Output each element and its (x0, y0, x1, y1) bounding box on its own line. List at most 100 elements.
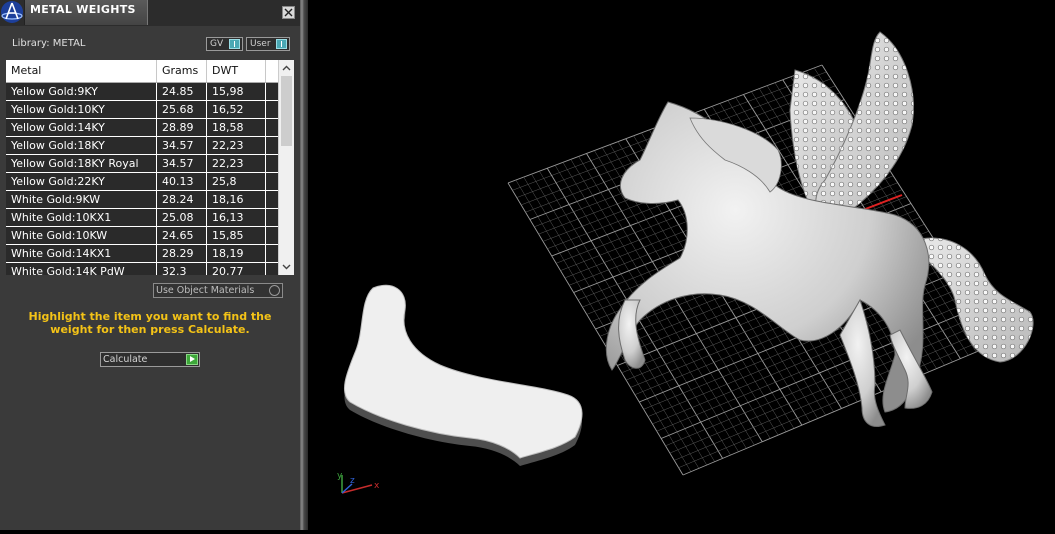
table-row[interactable]: White Gold:14K PdW 32.3 20,77 (6, 263, 278, 275)
axis-y-label: y (337, 471, 343, 481)
grams-cell: 34.57 (157, 137, 207, 154)
app-logo-icon (0, 0, 24, 24)
grams-cell: 25.08 (157, 209, 207, 226)
metal-cell: White Gold:10KX1 (6, 209, 157, 226)
metal-cell: Yellow Gold:14KY (6, 119, 157, 136)
empty-cell (266, 173, 278, 190)
toggle-indicator-icon (229, 39, 240, 49)
table-row[interactable]: Yellow Gold:18KY Royal 34.57 22,23 (6, 155, 278, 173)
play-arrow-icon (186, 354, 198, 365)
use-object-materials-label: Use Object Materials (156, 285, 255, 296)
empty-cell (266, 137, 278, 154)
metal-cell: White Gold:14K PdW (6, 263, 157, 275)
column-header-dwt[interactable]: DWT (207, 60, 266, 82)
metal-cell: Yellow Gold:22KY (6, 173, 157, 190)
pegasus-model[interactable] (605, 31, 1034, 427)
grid-line (669, 320, 987, 454)
base-plate-object[interactable] (344, 284, 583, 466)
grams-cell: 34.57 (157, 155, 207, 172)
panel-splitter[interactable] (300, 0, 308, 530)
grams-cell: 28.89 (157, 119, 207, 136)
empty-cell (266, 155, 278, 172)
empty-cell (266, 209, 278, 226)
gv-toggle-label: GV (210, 39, 224, 49)
metal-cell: Yellow Gold:18KY (6, 137, 157, 154)
empty-cell (266, 83, 278, 100)
dwt-cell: 15,85 (207, 227, 266, 244)
table-row[interactable]: Yellow Gold:9KY 24.85 15,98 (6, 83, 278, 101)
dwt-cell: 22,23 (207, 137, 266, 154)
axis-z-label: z (350, 476, 355, 486)
dwt-cell: 18,19 (207, 245, 266, 262)
column-header-grams[interactable]: Grams (157, 60, 207, 82)
grams-cell: 28.24 (157, 191, 207, 208)
table-row[interactable]: Yellow Gold:18KY 34.57 22,23 (6, 137, 278, 155)
table-row[interactable]: Yellow Gold:22KY 40.13 25,8 (6, 173, 278, 191)
library-label: Library: METAL (12, 38, 86, 49)
dwt-cell: 18,58 (207, 119, 266, 136)
metal-cell: White Gold:9KW (6, 191, 157, 208)
metal-cell: Yellow Gold:9KY (6, 83, 157, 100)
grams-cell: 32.3 (157, 263, 207, 275)
axis-triad: y x z (337, 471, 380, 494)
dwt-cell: 22,23 (207, 155, 266, 172)
table-row[interactable]: White Gold:14KX1 28.29 18,19 (6, 245, 278, 263)
empty-cell (266, 191, 278, 208)
grams-cell: 24.85 (157, 83, 207, 100)
empty-cell (266, 263, 278, 275)
panel-title: METAL WEIGHTS (30, 3, 136, 16)
empty-cell (266, 245, 278, 262)
empty-cell (266, 119, 278, 136)
axis-x-label: x (374, 481, 380, 491)
dwt-cell: 15,98 (207, 83, 266, 100)
dwt-cell: 20,77 (207, 263, 266, 275)
viewport-scene: y x z (337, 31, 1034, 494)
user-toggle[interactable]: User (246, 37, 290, 51)
gv-toggle[interactable]: GV (206, 37, 243, 51)
dwt-cell: 16,52 (207, 101, 266, 118)
dwt-cell: 16,13 (207, 209, 266, 226)
close-icon (284, 8, 293, 17)
use-object-materials-option[interactable]: Use Object Materials (153, 283, 283, 298)
metal-cell: Yellow Gold:18KY Royal (6, 155, 157, 172)
grid-line (674, 327, 992, 461)
table-row[interactable]: White Gold:10KW 24.65 15,85 (6, 227, 278, 245)
table-body: Yellow Gold:9KY 24.85 15,98 Yellow Gold:10K… (6, 83, 278, 275)
panel-title-bar: METAL WEIGHTS (0, 0, 300, 26)
calculate-button[interactable]: Calculate (100, 352, 200, 367)
table-scrollbar[interactable] (278, 60, 294, 275)
column-header-metal[interactable]: Metal (6, 60, 157, 82)
calculate-button-label: Calculate (103, 354, 148, 365)
empty-cell (266, 227, 278, 244)
grid-line (682, 341, 1001, 476)
table-row[interactable]: Yellow Gold:14KY 28.89 18,58 (6, 119, 278, 137)
scroll-up-button[interactable] (279, 61, 294, 75)
grams-cell: 24.65 (157, 227, 207, 244)
radio-icon[interactable] (269, 285, 280, 296)
table-header: Metal Grams DWT (6, 60, 278, 83)
grams-cell: 28.29 (157, 245, 207, 262)
dwt-cell: 18,16 (207, 191, 266, 208)
grams-cell: 40.13 (157, 173, 207, 190)
grid-line (678, 334, 996, 468)
table-row[interactable]: White Gold:9KW 28.24 18,16 (6, 191, 278, 209)
instruction-text: Highlight the item you want to find the … (28, 310, 272, 336)
scroll-down-button[interactable] (279, 260, 294, 274)
chevron-up-icon (282, 65, 291, 71)
user-toggle-label: User (250, 39, 271, 49)
metal-table: Metal Grams DWT Yellow Gold:9KY 24.85 15,9… (6, 60, 294, 275)
dwt-cell: 25,8 (207, 173, 266, 190)
toggle-indicator-icon (276, 39, 287, 49)
empty-cell (266, 101, 278, 118)
scroll-thumb[interactable] (281, 76, 292, 146)
metal-cell: Yellow Gold:10KY (6, 101, 157, 118)
table-row[interactable]: Yellow Gold:10KY 25.68 16,52 (6, 101, 278, 119)
metal-cell: White Gold:10KW (6, 227, 157, 244)
table-row[interactable]: White Gold:10KX1 25.08 16,13 (6, 209, 278, 227)
3d-viewport[interactable]: y x z (308, 0, 1055, 530)
metal-weights-panel: METAL WEIGHTS Library: METAL GV User Met… (0, 0, 300, 530)
close-button[interactable] (282, 6, 295, 19)
metal-cell: White Gold:14KX1 (6, 245, 157, 262)
chevron-down-icon (282, 264, 291, 270)
grams-cell: 25.68 (157, 101, 207, 118)
